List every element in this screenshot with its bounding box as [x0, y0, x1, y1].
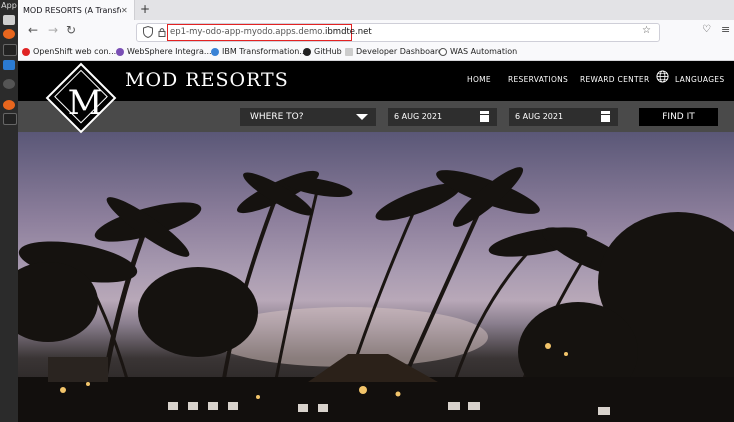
tab-title: MOD RESORTS (A Transform [23, 5, 121, 15]
bookmark-websphere[interactable]: WebSphere Integra... [116, 44, 212, 59]
firefox-active-icon[interactable] [3, 100, 15, 110]
bookmark-openshift[interactable]: OpenShift web con... [22, 44, 116, 59]
bookmark-star-icon[interactable]: ☆ [642, 25, 651, 36]
check-out-date[interactable]: 6 AUG 2021 [509, 108, 618, 126]
mod-resorts-page: MOD RESORTS HOME RESERVATIONS REWARD CEN… [18, 61, 734, 422]
websphere-icon [116, 47, 124, 56]
reload-icon[interactable]: ↻ [66, 23, 76, 37]
app-icon[interactable] [3, 79, 15, 89]
os-dock: App [0, 0, 18, 422]
back-arrow-icon[interactable]: ← [28, 23, 38, 37]
check-in-value: 6 AUG 2021 [394, 112, 443, 121]
bookmark-github[interactable]: GitHub [303, 44, 342, 59]
check-in-date[interactable]: 6 AUG 2021 [388, 108, 497, 126]
check-out-value: 6 AUG 2021 [515, 112, 564, 121]
folder-icon [345, 47, 353, 56]
address-bar[interactable]: ep1-my-odo-app-myodo.apps.demo.ibmdte.ne… [136, 23, 660, 42]
url-domain: ibmdte.net [325, 27, 372, 37]
url-text[interactable]: ep1-my-odo-app-myodo.apps.demo.ibmdte.ne… [170, 25, 372, 40]
firefox-icon[interactable] [3, 29, 15, 39]
pocket-icon[interactable]: ♡ [702, 24, 711, 35]
ibm-icon [211, 47, 219, 56]
bookmark-ibm-transformation[interactable]: IBM Transformation... [211, 44, 307, 59]
chevron-down-icon [356, 114, 368, 120]
tab-bar: MOD RESORTS (A Transform ✕ + [18, 0, 734, 20]
new-tab-button[interactable]: + [140, 2, 150, 16]
find-it-button[interactable]: FIND IT [639, 108, 718, 126]
github-icon [303, 47, 311, 56]
bookmark-developer-dashboard[interactable]: Developer Dashboard [345, 44, 443, 59]
menu-icon[interactable]: ≡ [721, 23, 730, 36]
browser-tab[interactable]: MOD RESORTS (A Transform ✕ [18, 0, 135, 20]
shield-icon [143, 26, 153, 38]
nav-languages[interactable]: LANGUAGES [675, 75, 724, 84]
terminal-small-icon[interactable] [3, 113, 17, 125]
globe-icon[interactable] [656, 70, 669, 83]
terminal-icon[interactable] [3, 44, 17, 56]
site-brand[interactable]: MOD RESORTS [125, 69, 289, 91]
nav-reservations[interactable]: RESERVATIONS [508, 75, 568, 84]
nav-reward-center[interactable]: REWARD CENTER [580, 75, 649, 84]
nav-home[interactable]: HOME [467, 75, 491, 84]
forward-arrow-icon[interactable]: → [48, 23, 58, 37]
destination-select-label: WHERE TO? [250, 112, 304, 122]
booking-search-bar: WHERE TO? 6 AUG 2021 6 AUG 2021 FIND IT [18, 101, 734, 132]
globe-icon [439, 47, 447, 56]
apps-label[interactable]: App [0, 0, 18, 11]
vscode-icon[interactable] [3, 60, 15, 70]
logo-letter: M [67, 83, 103, 123]
palm-trees-illustration [18, 167, 734, 422]
close-tab-icon[interactable]: ✕ [121, 6, 128, 15]
calendar-icon [601, 111, 610, 122]
lock-icon [158, 28, 166, 37]
files-icon[interactable] [3, 15, 15, 25]
openshift-icon [22, 47, 30, 56]
hero-image-palm-resort [18, 132, 734, 422]
navigation-toolbar: ← → ↻ ep1-my-odo-app-myodo.apps.demo.ibm… [18, 20, 734, 43]
site-header: MOD RESORTS HOME RESERVATIONS REWARD CEN… [18, 61, 734, 101]
bookmark-was-automation[interactable]: WAS Automation [439, 44, 517, 59]
bookmarks-bar: OpenShift web con... WebSphere Integra..… [18, 43, 734, 61]
calendar-icon [480, 111, 489, 122]
destination-select[interactable]: WHERE TO? [240, 108, 376, 126]
